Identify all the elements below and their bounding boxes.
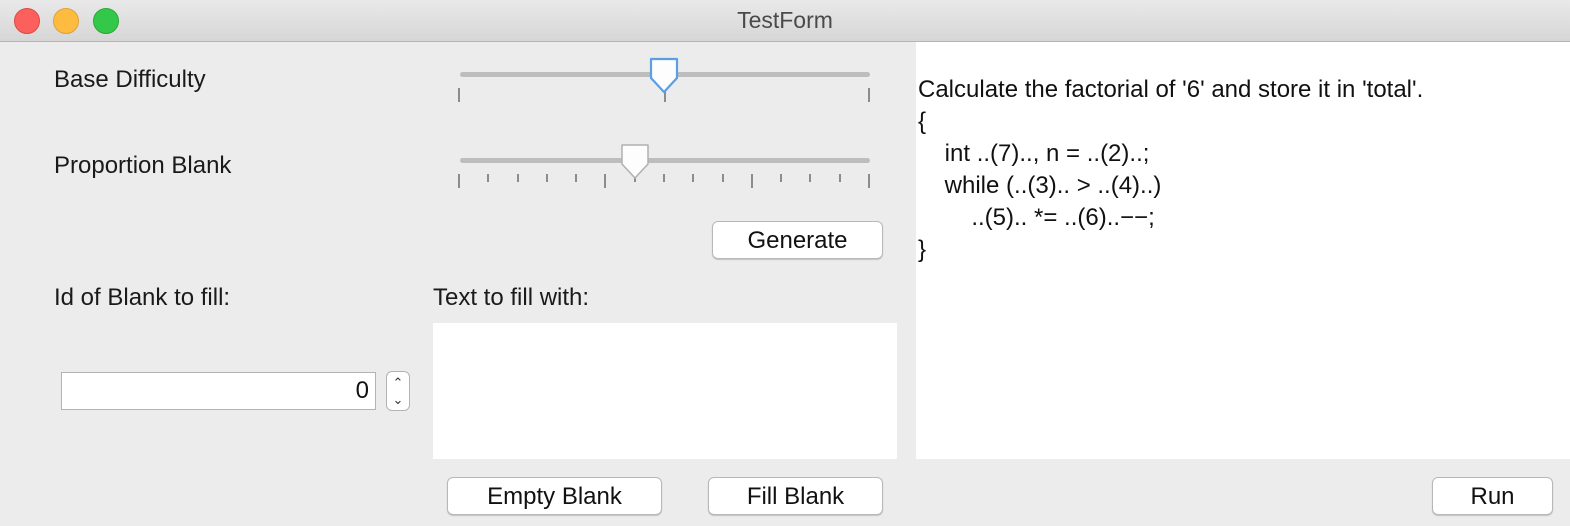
fill-blank-button[interactable]: Fill Blank: [708, 477, 883, 515]
blank-id-label: Id of Blank to fill:: [54, 284, 231, 311]
slider-thumb[interactable]: [648, 56, 680, 96]
slider-tick: [839, 174, 841, 182]
slider-tick: [575, 174, 577, 182]
base-difficulty-label: Base Difficulty: [54, 66, 206, 93]
slider-tick: [663, 174, 665, 182]
proportion-blank-slider[interactable]: [458, 142, 872, 188]
base-difficulty-slider[interactable]: [458, 56, 872, 102]
slider-tick: [546, 174, 548, 182]
empty-blank-button[interactable]: Empty Blank: [447, 477, 662, 515]
proportion-blank-label: Proportion Blank: [54, 152, 232, 179]
slider-tick: [868, 88, 870, 102]
code-display: Calculate the factorial of '6' and store…: [916, 42, 1570, 459]
blank-id-input[interactable]: 0: [61, 372, 376, 410]
window-title: TestForm: [737, 7, 833, 33]
chevron-up-icon[interactable]: ⌃: [387, 375, 409, 391]
slider-tick: [809, 174, 811, 182]
title-bar: TestForm: [0, 0, 1570, 42]
slider-thumb[interactable]: [619, 142, 651, 182]
slider-tick: [487, 174, 489, 182]
slider-tick: [722, 174, 724, 182]
code-line: ..(5).. *= ..(6)..−−;: [918, 204, 1155, 231]
slider-tick: [780, 174, 782, 182]
generate-button[interactable]: Generate: [712, 221, 883, 259]
code-line: }: [918, 236, 927, 263]
slider-tick: [458, 174, 460, 188]
slider-tick: [458, 88, 460, 102]
slider-tick: [751, 174, 753, 188]
slider-tick: [692, 174, 694, 182]
code-line: int ..(7).., n = ..(2)..;: [918, 140, 1150, 167]
slider-tick: [604, 174, 606, 188]
chevron-down-icon[interactable]: ⌄: [387, 392, 409, 408]
blank-id-stepper[interactable]: ⌃ ⌄: [386, 371, 410, 411]
run-button[interactable]: Run: [1432, 477, 1553, 515]
slider-track: [460, 158, 870, 163]
slider-tick: [868, 174, 870, 188]
fill-text-label: Text to fill with:: [433, 284, 590, 311]
code-line: {: [918, 108, 927, 135]
fill-text-area[interactable]: [433, 323, 897, 459]
slider-tick: [517, 174, 519, 182]
code-line: Calculate the factorial of '6' and store…: [918, 76, 1424, 103]
code-line: while (..(3).. > ..(4)..): [918, 172, 1162, 199]
